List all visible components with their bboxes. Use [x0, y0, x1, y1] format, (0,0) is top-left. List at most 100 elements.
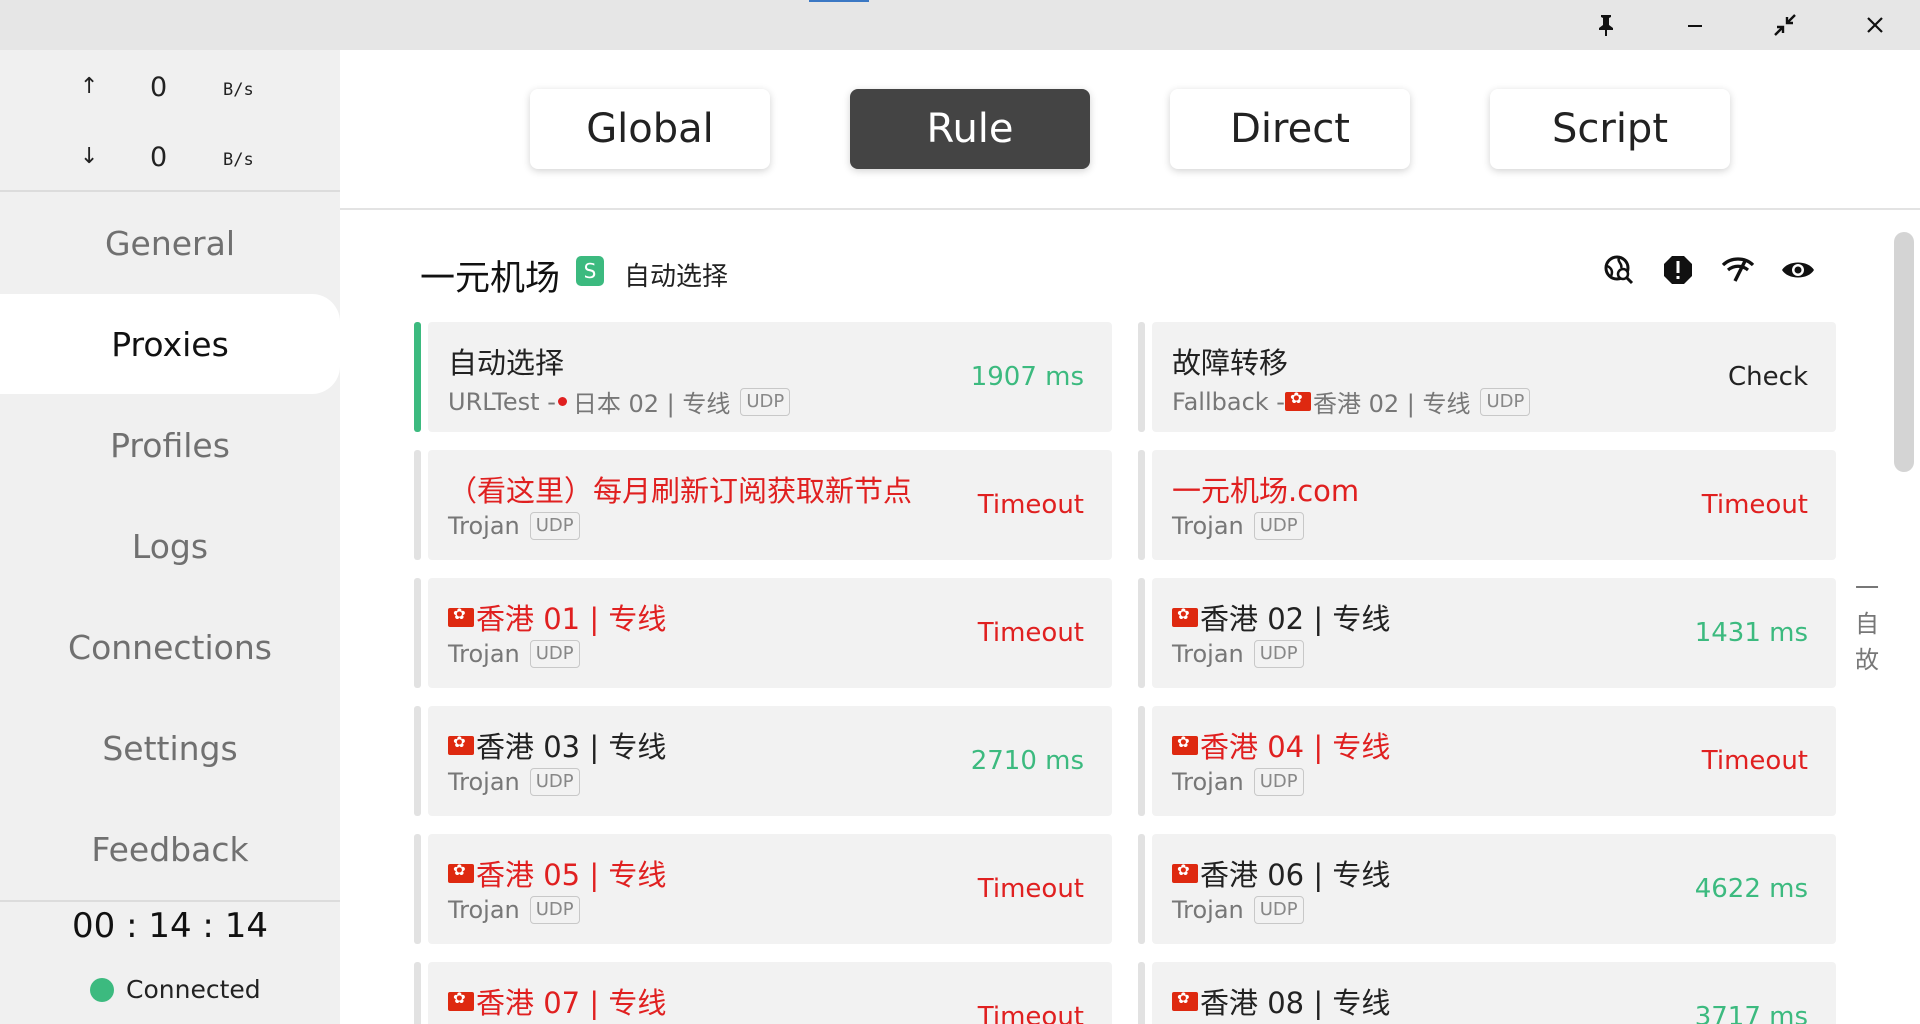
udp-badge: UDP — [529, 640, 580, 668]
proxy-name-text: 香港 01 | 专线 — [476, 602, 667, 636]
card-indicator — [414, 834, 421, 944]
proxy-name: 自动选择 — [448, 340, 564, 382]
download-value: 0 — [150, 142, 168, 173]
group-index[interactable]: 一 自 故 — [1852, 570, 1882, 678]
proxy-type-text: Trojan — [448, 896, 520, 924]
wifi-speed-icon[interactable] — [1720, 252, 1756, 288]
hk-flag-icon — [1172, 989, 1198, 1011]
proxy-card[interactable]: （看这里）每月刷新订阅获取新节点 Trojan UDP Timeout — [414, 450, 1112, 560]
hk-flag-icon — [448, 733, 474, 755]
sidebar-divider — [0, 190, 340, 192]
sidebar-item-profiles[interactable]: Profiles — [0, 395, 340, 495]
proxy-type-text: Trojan — [1172, 896, 1244, 924]
mode-script-button[interactable]: Script — [1490, 89, 1730, 169]
connection-status: Connected — [90, 975, 261, 1004]
proxy-type: Trojan UDP — [1172, 896, 1304, 924]
proxy-current-node: 香港 02 | 专线 — [1312, 390, 1471, 418]
proxy-type-text: Fallback - — [1172, 387, 1285, 416]
udp-badge: UDP — [1253, 640, 1304, 668]
proxy-card[interactable]: 香港 06 | 专线 Trojan UDP 4622 ms — [1138, 834, 1836, 944]
proxy-card[interactable]: 故障转移 Fallback - 香港 02 | 专线 UDP Check — [1138, 322, 1836, 432]
proxy-type-text: Trojan — [448, 640, 520, 668]
proxy-card[interactable]: 香港 05 | 专线 Trojan UDP Timeout — [414, 834, 1112, 944]
proxy-delay[interactable]: Timeout — [978, 1002, 1084, 1024]
proxy-card[interactable]: 一元机场.com Trojan UDP Timeout — [1138, 450, 1836, 560]
proxy-delay[interactable]: Timeout — [978, 490, 1084, 520]
group-index-item[interactable]: 一 — [1852, 570, 1882, 606]
download-unit: B/s — [223, 150, 254, 170]
upload-speed: ↑ 0 B/s — [0, 68, 340, 108]
mode-global-button[interactable]: Global — [530, 89, 770, 169]
group-index-item[interactable]: 自 — [1852, 606, 1882, 642]
proxy-delay[interactable]: 4622 ms — [1695, 874, 1808, 904]
proxy-delay[interactable]: Timeout — [1702, 490, 1808, 520]
proxy-card[interactable]: 香港 07 | 专线 Timeout — [414, 962, 1112, 1024]
check-button[interactable]: Check — [1728, 362, 1808, 392]
proxy-name: 故障转移 — [1172, 340, 1288, 382]
hk-flag-icon — [1172, 733, 1198, 755]
proxy-type-text: Trojan — [1172, 640, 1244, 668]
sidebar-item-label: Feedback — [91, 829, 249, 869]
close-icon[interactable] — [1855, 8, 1895, 42]
sidebar-item-logs[interactable]: Logs — [0, 496, 340, 596]
group-index-item[interactable]: 故 — [1852, 642, 1882, 678]
sidebar-item-label: Profiles — [110, 425, 230, 465]
proxy-name-text: 香港 05 | 专线 — [476, 858, 667, 892]
proxy-card[interactable]: 香港 01 | 专线 Trojan UDP Timeout — [414, 578, 1112, 688]
proxy-type: Trojan UDP — [448, 768, 580, 796]
proxy-name-text: 一元机场.com — [1172, 474, 1360, 508]
alert-octagon-icon[interactable] — [1660, 252, 1696, 288]
sidebar-item-label: Proxies — [111, 324, 229, 364]
proxy-name: 一元机场.com — [1172, 468, 1359, 510]
proxy-delay[interactable]: Timeout — [978, 874, 1084, 904]
proxy-delay[interactable]: 3717 ms — [1695, 1002, 1808, 1024]
restore-icon[interactable] — [1765, 8, 1805, 42]
proxy-card[interactable]: 自动选择 URLTest - 日本 02 | 专线 UDP 1907 ms — [414, 322, 1112, 432]
minimize-icon[interactable] — [1675, 8, 1715, 42]
jp-flag-icon — [557, 397, 567, 406]
card-indicator — [414, 450, 421, 560]
proxy-name-text: （看这里）每月刷新订阅获取新节点 — [448, 474, 913, 508]
sidebar-item-label: Settings — [102, 728, 238, 768]
proxy-card[interactable]: 香港 08 | 专线 3717 ms — [1138, 962, 1836, 1024]
card-indicator — [414, 962, 421, 1024]
proxy-card[interactable]: 香港 04 | 专线 Trojan UDP Timeout — [1138, 706, 1836, 816]
mode-direct-button[interactable]: Direct — [1170, 89, 1410, 169]
proxy-delay[interactable]: 1907 ms — [971, 362, 1084, 392]
proxy-type: Trojan UDP — [1172, 640, 1304, 668]
upload-value: 0 — [150, 72, 168, 103]
card-indicator — [1138, 578, 1145, 688]
scrollbar-thumb[interactable] — [1894, 232, 1914, 472]
pin-icon[interactable] — [1586, 8, 1626, 42]
proxy-name: 香港 07 | 专线 — [448, 980, 666, 1022]
proxy-delay[interactable]: 2710 ms — [971, 746, 1084, 776]
mode-rule-button[interactable]: Rule — [850, 89, 1090, 169]
sidebar-item-connections[interactable]: Connections — [0, 597, 340, 697]
proxy-delay[interactable]: Timeout — [1702, 746, 1808, 776]
proxy-name-text: 故障转移 — [1172, 346, 1289, 380]
group-type-badge: S — [576, 256, 604, 286]
sidebar-item-feedback[interactable]: Feedback — [0, 799, 340, 899]
proxy-delay[interactable]: 1431 ms — [1695, 618, 1808, 648]
proxy-name: 香港 06 | 专线 — [1172, 852, 1390, 894]
card-indicator — [414, 706, 421, 816]
title-bar — [0, 0, 1920, 50]
download-arrow-icon: ↓ — [80, 144, 99, 169]
proxy-delay[interactable]: Timeout — [978, 618, 1084, 648]
proxy-card[interactable]: 香港 03 | 专线 Trojan UDP 2710 ms — [414, 706, 1112, 816]
udp-badge: UDP — [1253, 768, 1304, 796]
proxy-type-text: Trojan — [448, 512, 520, 540]
sidebar-item-general[interactable]: General — [0, 193, 340, 293]
proxy-type-text: Trojan — [448, 768, 520, 796]
proxy-type: Trojan UDP — [448, 896, 580, 924]
proxy-name-text: 香港 03 | 专线 — [476, 730, 667, 764]
proxy-type: Fallback - 香港 02 | 专线 UDP — [1172, 384, 1531, 419]
eye-icon[interactable] — [1780, 252, 1816, 288]
selected-indicator — [414, 322, 421, 432]
globe-search-icon[interactable] — [1601, 252, 1637, 288]
connection-timer: 00 : 14 : 14 — [72, 906, 268, 946]
sidebar-item-settings[interactable]: Settings — [0, 698, 340, 798]
sidebar-item-proxies[interactable]: Proxies — [0, 294, 340, 394]
proxy-name: 香港 04 | 专线 — [1172, 724, 1390, 766]
proxy-card[interactable]: 香港 02 | 专线 Trojan UDP 1431 ms — [1138, 578, 1836, 688]
